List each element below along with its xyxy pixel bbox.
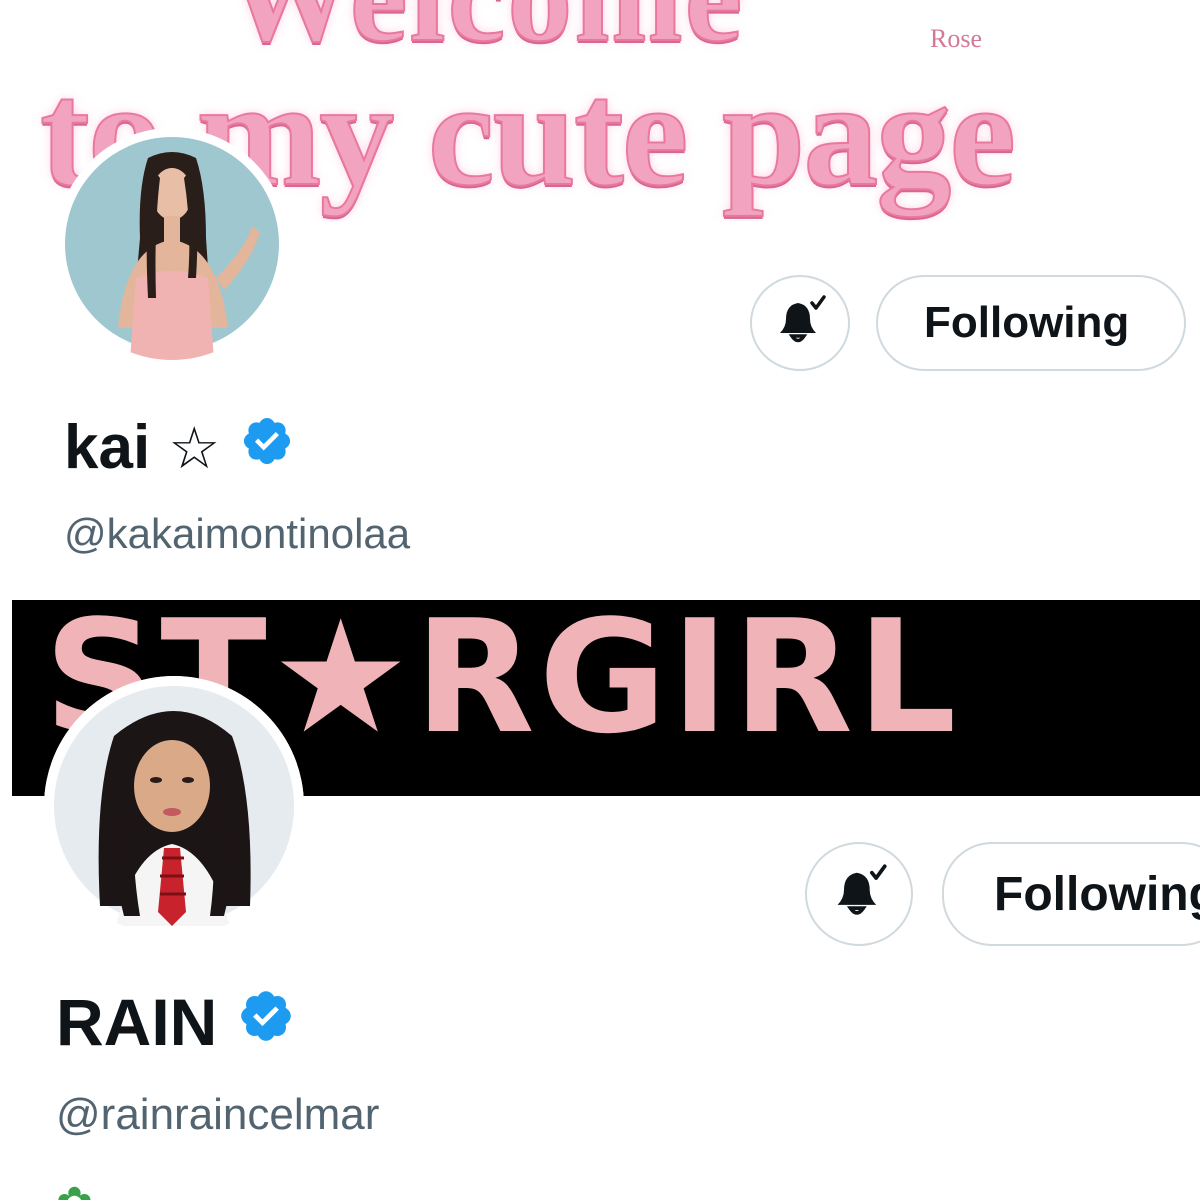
display-name-text: kai bbox=[64, 413, 151, 482]
profile-card-kai: Welcome Rose to my cute page bbox=[0, 0, 1200, 596]
verified-badge-icon[interactable] bbox=[240, 412, 294, 483]
display-name: RAIN bbox=[56, 984, 295, 1060]
display-name: kai ☆ bbox=[64, 412, 294, 483]
bell-check-icon bbox=[829, 862, 889, 927]
display-name-text: RAIN bbox=[56, 985, 218, 1059]
following-button[interactable]: Following bbox=[942, 842, 1200, 946]
bell-check-icon bbox=[772, 293, 828, 354]
following-button[interactable]: Following bbox=[876, 275, 1186, 371]
user-handle: @kakaimontinolaa bbox=[64, 510, 411, 557]
bio-text-partial: ✿ bbox=[56, 1178, 93, 1200]
avatar[interactable] bbox=[56, 128, 288, 360]
name-star-symbol: ☆ bbox=[168, 415, 221, 481]
profile-card-rain: ST★RGIRL Following RAIN @rainraincelmar bbox=[0, 596, 1200, 1200]
avatar[interactable] bbox=[44, 676, 304, 936]
notification-bell-button[interactable] bbox=[750, 275, 850, 371]
user-handle: @rainraincelmar bbox=[56, 1090, 380, 1139]
notification-bell-button[interactable] bbox=[805, 842, 913, 946]
verified-badge-icon[interactable] bbox=[237, 984, 295, 1060]
clover-icon: ✿ bbox=[56, 1179, 93, 1200]
